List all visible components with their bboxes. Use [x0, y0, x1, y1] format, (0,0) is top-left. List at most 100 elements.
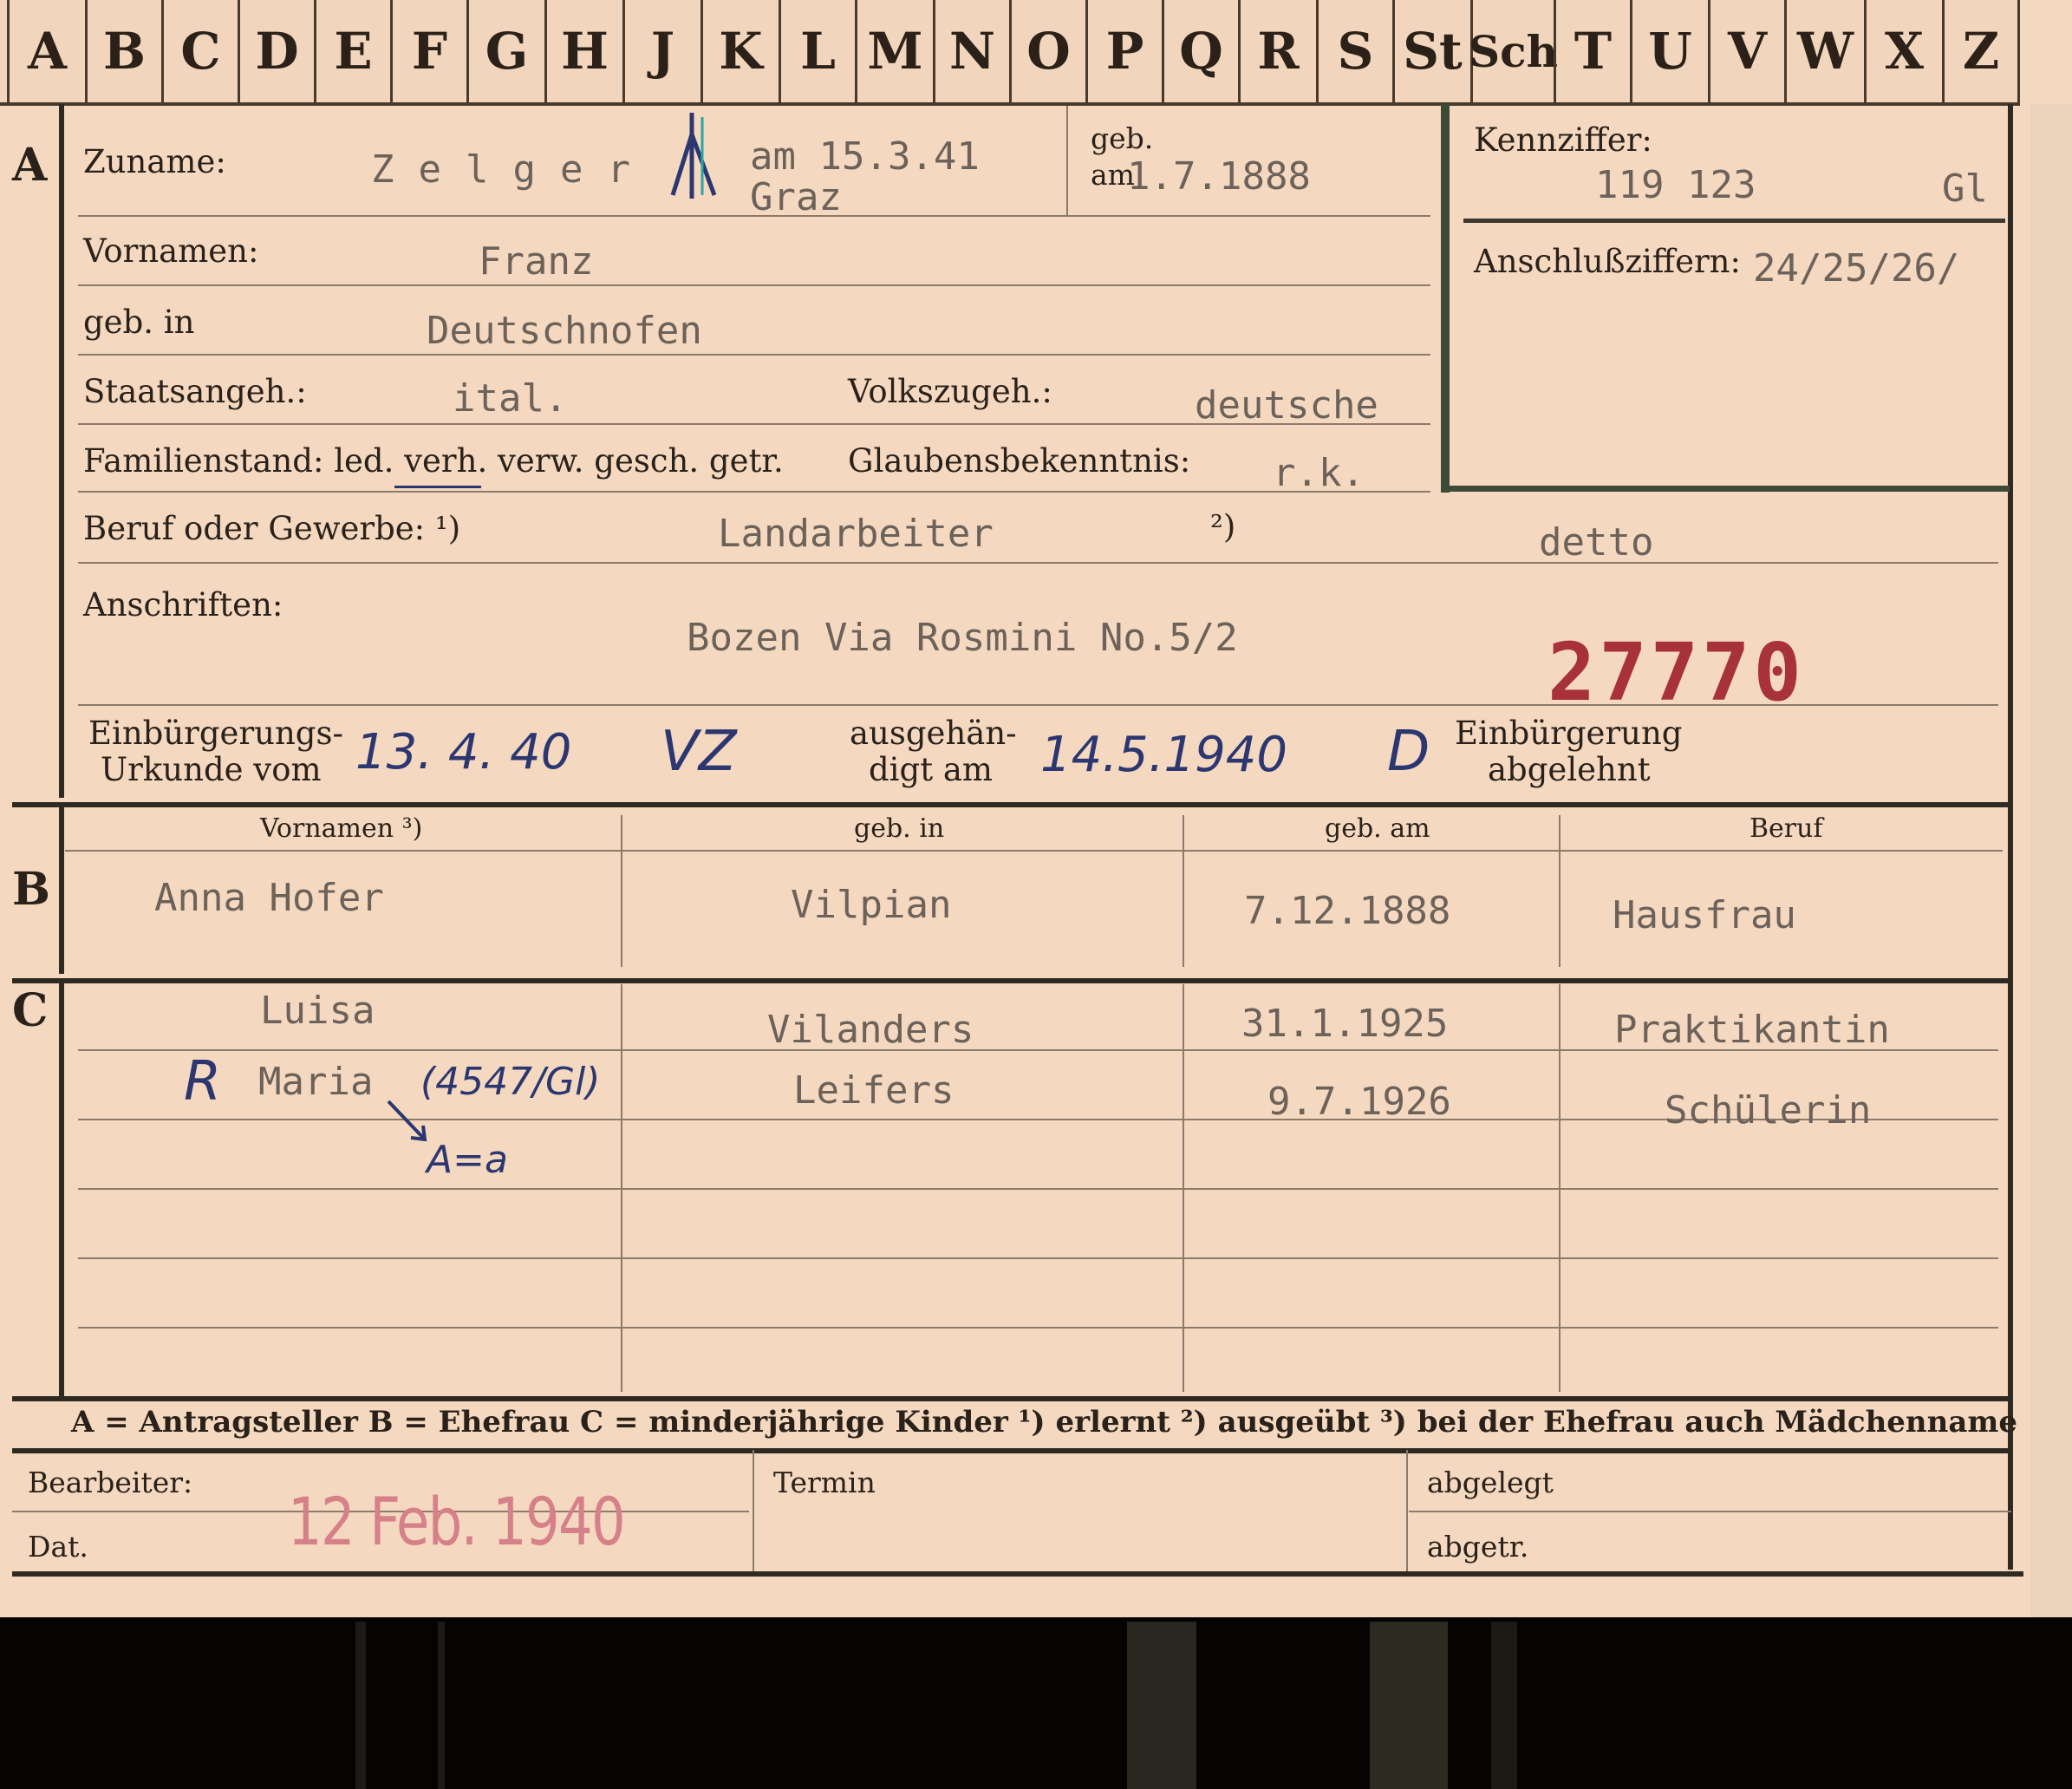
- vornamen-value[interactable]: Franz: [479, 239, 593, 284]
- child-2-note: A=a: [427, 1138, 508, 1182]
- tab-n[interactable]: N: [933, 0, 1009, 102]
- child-1-geb-in[interactable]: Vilanders: [767, 1008, 974, 1052]
- tab-v[interactable]: V: [1708, 0, 1784, 102]
- anschrift-value[interactable]: Bozen Via Rosmini No.5/2: [687, 616, 1238, 660]
- footer-div-1: [753, 1450, 754, 1571]
- tab-o[interactable]: O: [1009, 0, 1085, 102]
- dat-label: Dat.: [28, 1530, 88, 1564]
- spouse-name[interactable]: Anna Hofer: [154, 876, 384, 920]
- kennziffer-box-left: [1441, 104, 1450, 493]
- tab-w[interactable]: W: [1784, 0, 1864, 102]
- ausgeh-label-2: digt am: [869, 751, 993, 788]
- footer-rule-right: [1409, 1511, 2011, 1512]
- death-note: am 15.3.41: [750, 134, 980, 179]
- beruf-ausgeuebt-value[interactable]: detto: [1539, 520, 1653, 565]
- volkszugeh-label: Volkszugeh.:: [848, 373, 1052, 410]
- child-2-name[interactable]: Maria: [258, 1060, 373, 1104]
- kennziffer-divider: [1463, 219, 2005, 223]
- child-2-geb-in[interactable]: Leifers: [793, 1068, 954, 1113]
- anschriften-label: Anschriften:: [83, 586, 283, 624]
- einb-initials: VZ: [661, 720, 737, 784]
- tab-a[interactable]: A: [7, 0, 85, 102]
- tab-b[interactable]: B: [85, 0, 161, 102]
- header-beruf: Beruf: [1749, 813, 1823, 844]
- red-file-number: 27770: [1547, 626, 1805, 719]
- beruf-erlernt-value[interactable]: Landarbeiter: [718, 512, 994, 556]
- abgelegt-label: abgelegt: [1427, 1466, 1554, 1499]
- legend: A = Antragsteller B = Ehefrau C = minder…: [71, 1405, 2017, 1440]
- tab-sch[interactable]: Sch: [1469, 0, 1558, 102]
- spouse-geb-am[interactable]: 7.12.1888: [1244, 889, 1450, 933]
- spouse-geb-in[interactable]: Vilpian: [791, 883, 951, 927]
- rule-a3: [78, 354, 1430, 356]
- child-2-beruf[interactable]: Schülerin: [1665, 1088, 1871, 1133]
- tab-u[interactable]: U: [1630, 0, 1708, 102]
- spouse-beruf[interactable]: Hausfrau: [1613, 893, 1796, 937]
- tab-h[interactable]: H: [544, 0, 622, 102]
- death-place: Graz: [750, 175, 842, 219]
- glaubens-value[interactable]: r.k.: [1273, 451, 1365, 495]
- rule-c3: [78, 1188, 1998, 1190]
- beruf-sup2: ²): [1210, 508, 1236, 545]
- tab-f[interactable]: F: [390, 0, 466, 102]
- tab-l[interactable]: L: [779, 0, 855, 102]
- tab-k[interactable]: K: [700, 0, 779, 102]
- tab-e[interactable]: E: [314, 0, 390, 102]
- rule-section-c: [12, 978, 2010, 983]
- left-rule-c: [59, 980, 64, 1396]
- zuname-value[interactable]: Zelger: [371, 147, 655, 192]
- left-rule-a: [59, 104, 64, 798]
- ausgeh-label-1: ausgehän-: [850, 715, 1017, 752]
- rule-a2: [78, 284, 1430, 286]
- tab-j[interactable]: J: [622, 0, 700, 102]
- header-vornamen: Vornamen ³): [260, 813, 423, 844]
- vornamen-label: Vornamen:: [83, 232, 259, 270]
- tab-x[interactable]: X: [1864, 0, 1942, 102]
- tab-g[interactable]: G: [466, 0, 544, 102]
- anschluss-value[interactable]: 24/25/26/: [1753, 246, 1959, 291]
- kennziffer-box-bottom: [1441, 486, 2010, 492]
- abgelehnt-label-1: Einbürgerung: [1455, 715, 1683, 752]
- cross-mark-icon: [670, 113, 717, 199]
- anschluss-label: Anschlußziffern:: [1474, 243, 1741, 280]
- geb-am-value[interactable]: 1.7.1888: [1127, 154, 1311, 199]
- section-a-label: A: [12, 139, 48, 192]
- ausgeh-date-handwritten[interactable]: 14.5.1940: [1040, 727, 1287, 783]
- beruf-label: Beruf oder Gewerbe: ¹): [83, 510, 461, 547]
- right-rule: [2008, 104, 2013, 1570]
- abgelehnt-label-2: abgelehnt: [1488, 751, 1651, 788]
- tab-d[interactable]: D: [238, 0, 314, 102]
- tab-p[interactable]: P: [1085, 0, 1162, 102]
- scan-stripe: [1370, 1622, 1448, 1789]
- child-2-geb-am[interactable]: 9.7.1926: [1267, 1080, 1451, 1124]
- tab-s[interactable]: S: [1316, 0, 1392, 102]
- volkszugeh-value[interactable]: deutsche: [1195, 383, 1378, 428]
- einb-label-2: Urkunde vom: [101, 751, 322, 788]
- scan-background: [0, 1617, 2072, 1789]
- tab-t[interactable]: T: [1554, 0, 1630, 102]
- zuname-label: Zuname:: [83, 143, 226, 180]
- scan-stripe: [1127, 1622, 1196, 1789]
- child-1-geb-am[interactable]: 31.1.1925: [1241, 1002, 1448, 1046]
- child-2-mark: R: [184, 1049, 222, 1113]
- tab-st[interactable]: St: [1392, 0, 1470, 102]
- scan-stripe: [355, 1622, 366, 1789]
- rule-a1-v: [1066, 106, 1068, 215]
- rule-legend-top: [12, 1396, 2010, 1401]
- child-1-beruf[interactable]: Praktikantin: [1614, 1008, 1890, 1052]
- tab-c[interactable]: C: [161, 0, 238, 102]
- tab-r[interactable]: R: [1238, 0, 1316, 102]
- child-1-name[interactable]: Luisa: [260, 989, 375, 1033]
- einb-label-1: Einbürgerungs-: [88, 715, 343, 752]
- col-div-2-b: [1183, 815, 1184, 967]
- tab-z[interactable]: Z: [1942, 0, 2020, 102]
- staatsangeh-value[interactable]: ital.: [453, 376, 567, 421]
- tab-q[interactable]: Q: [1162, 0, 1238, 102]
- familienstand-label: Familienstand: led. verh. verw. gesch. g…: [83, 442, 784, 480]
- geb-in-value[interactable]: Deutschnofen: [427, 309, 702, 353]
- registration-card: [0, 0, 2072, 1617]
- rule-section-b: [12, 802, 2010, 807]
- tab-m[interactable]: M: [855, 0, 933, 102]
- kennziffer-value[interactable]: 119 123: [1595, 163, 1756, 207]
- einb-date-handwritten[interactable]: 13. 4. 40: [355, 724, 571, 780]
